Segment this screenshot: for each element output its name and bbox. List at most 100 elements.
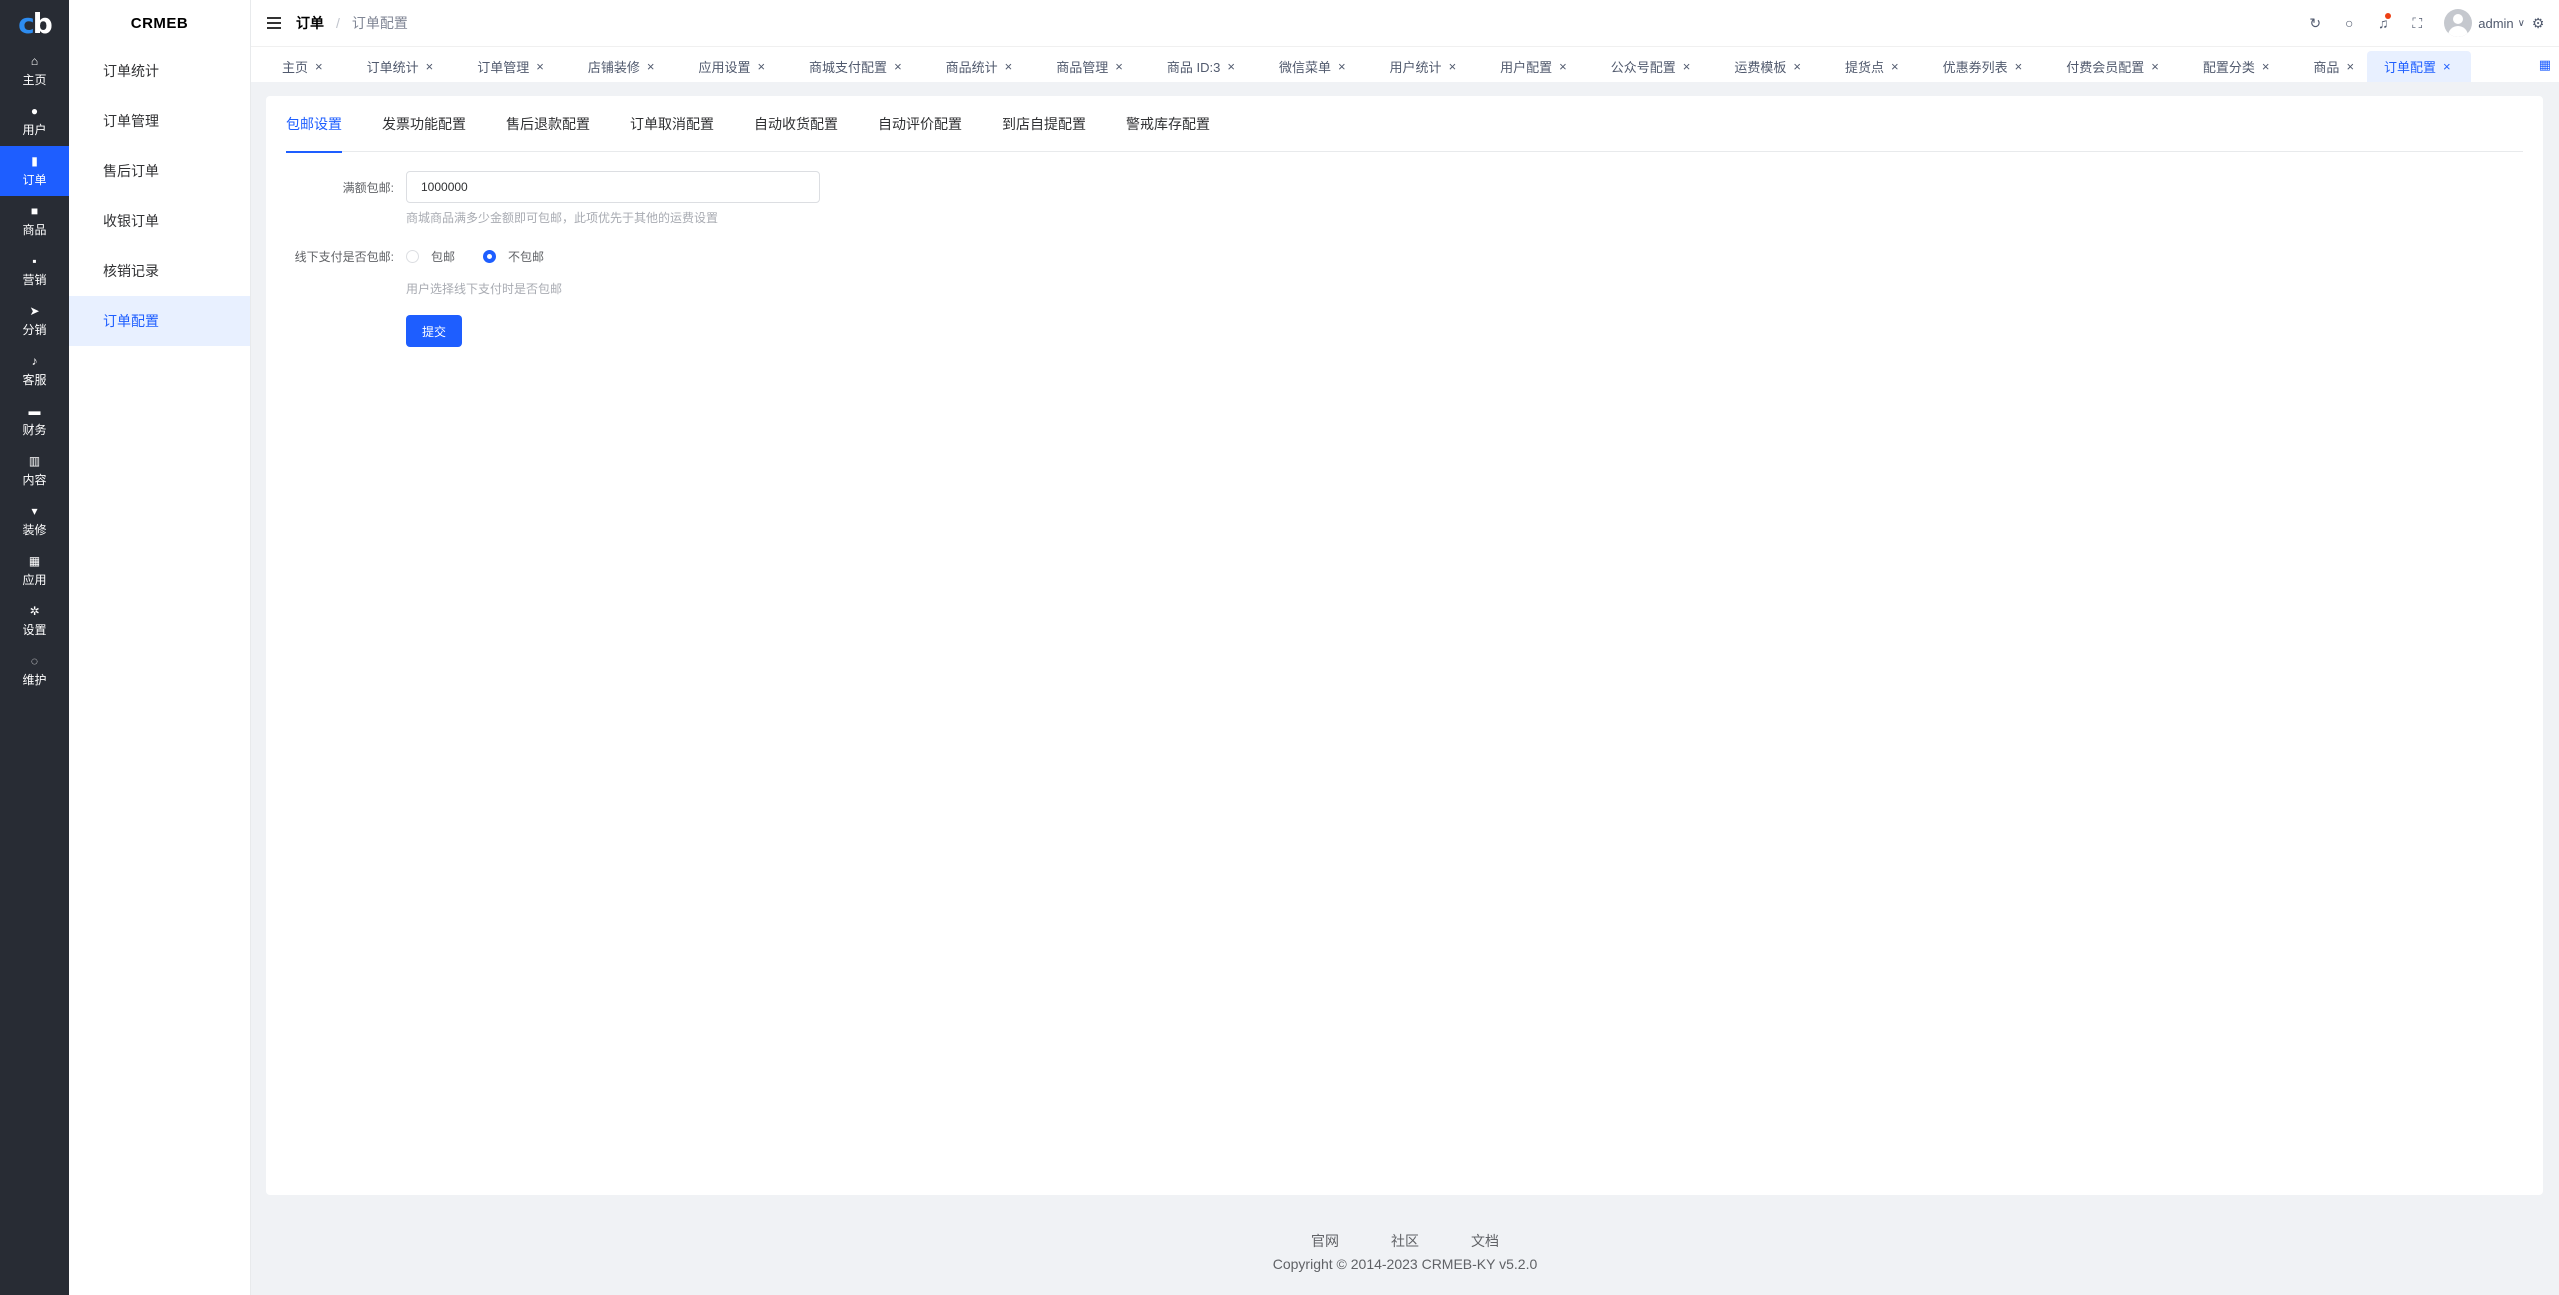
free-shipping-amount-input[interactable]	[406, 171, 820, 203]
page-tab[interactable]: 商城支付配置 ×	[778, 51, 915, 82]
breadcrumb-parent[interactable]: 订单	[296, 13, 324, 33]
nav-item-8[interactable]: ▥ 内容	[0, 446, 69, 496]
page-tab-label: 商品统计	[945, 60, 998, 75]
config-tab[interactable]: 警戒库存配置	[1126, 96, 1210, 152]
page-tab[interactable]: 付费会员配置 ×	[2035, 51, 2172, 82]
close-icon[interactable]: ×	[536, 59, 544, 74]
nav-item-0[interactable]: ⌂ 主页	[0, 46, 69, 96]
radio-circle-icon[interactable]	[406, 250, 419, 263]
nav-item-3[interactable]: ■ 商品	[0, 196, 69, 246]
close-icon[interactable]: ×	[2151, 59, 2159, 74]
sub-nav-item[interactable]: 订单管理	[69, 96, 250, 146]
nav-item-2[interactable]: ▮ 订单	[0, 146, 69, 196]
page-tab[interactable]: 提货点 ×	[1814, 51, 1912, 82]
close-icon[interactable]: ×	[2346, 59, 2354, 74]
config-tab[interactable]: 自动收货配置	[754, 96, 838, 152]
offline-shipping-radio[interactable]: 不包邮	[483, 248, 544, 265]
config-tab[interactable]: 发票功能配置	[382, 96, 466, 152]
sub-nav-item[interactable]: 售后订单	[69, 146, 250, 196]
page-tab[interactable]: 应用设置 ×	[667, 51, 778, 82]
close-icon[interactable]: ×	[2015, 59, 2023, 74]
sub-nav-item[interactable]: 订单统计	[69, 46, 250, 96]
nav-item-1[interactable]: ● 用户	[0, 96, 69, 146]
nav-item-label: 订单	[22, 173, 47, 187]
sub-nav-item[interactable]: 收银订单	[69, 196, 250, 246]
nav-item-12[interactable]: ◌ 维护	[0, 646, 69, 696]
nav-item-4[interactable]: ▪ 营销	[0, 246, 69, 296]
config-tab[interactable]: 到店自提配置	[1002, 96, 1086, 152]
page-tab-label: 应用设置	[698, 60, 751, 75]
close-icon[interactable]: ×	[1005, 59, 1013, 74]
close-icon[interactable]: ×	[1793, 59, 1801, 74]
page-tab[interactable]: 订单配置 ×	[2367, 51, 2471, 82]
content-card: 包邮设置 发票功能配置 售后退款配置 订单取消配置 自动收货配置 自动评价配置 到店自提配置…	[266, 96, 2543, 1195]
page-tab[interactable]: 用户统计 ×	[1359, 51, 1470, 82]
nav-item-label: 用户	[22, 123, 47, 137]
nav-item-6[interactable]: ♪ 客服	[0, 346, 69, 396]
close-icon[interactable]: ×	[315, 59, 323, 74]
close-icon[interactable]: ×	[1115, 59, 1123, 74]
finance-icon: ▬	[28, 404, 41, 418]
settings-gear-icon[interactable]: ⚙	[2525, 15, 2551, 32]
crmeb-logo[interactable]: cb	[0, 0, 69, 46]
close-icon[interactable]: ×	[1891, 59, 1899, 74]
nav-item-11[interactable]: ✲ 设置	[0, 596, 69, 646]
close-icon[interactable]: ×	[426, 59, 434, 74]
sub-nav-item[interactable]: 核销记录	[69, 246, 250, 296]
radio-circle-icon[interactable]	[483, 250, 497, 263]
page-tab[interactable]: 微信菜单 ×	[1248, 51, 1359, 82]
nav-item-10[interactable]: ▦ 应用	[0, 546, 69, 596]
page-tab[interactable]: 订单统计 ×	[336, 51, 447, 82]
refresh-icon[interactable]: ↻	[2298, 15, 2332, 32]
submit-button[interactable]: 提交	[406, 315, 462, 347]
tabs-menu-icon[interactable]: ▦	[2539, 57, 2551, 73]
user-avatar[interactable]	[2444, 9, 2473, 37]
marketing-icon: ▪	[32, 254, 37, 268]
page-tab[interactable]: 主页 ×	[251, 51, 336, 82]
offline-shipping-radio[interactable]: 包邮	[406, 248, 455, 265]
page-tab[interactable]: 商品 ID:3 ×	[1136, 51, 1248, 82]
footer-link[interactable]: 官网	[1311, 1231, 1339, 1251]
footer-link[interactable]: 文档	[1471, 1231, 1499, 1251]
page-tab[interactable]: 优惠券列表 ×	[1912, 51, 2036, 82]
offline-payment-label: 线下支付是否包邮:	[294, 250, 394, 264]
page-tab[interactable]: 店铺装修 ×	[557, 51, 668, 82]
close-icon[interactable]: ×	[2443, 59, 2451, 74]
nav-item-7[interactable]: ▬ 财务	[0, 396, 69, 446]
config-tab[interactable]: 订单取消配置	[630, 96, 714, 152]
close-icon[interactable]: ×	[2262, 59, 2270, 74]
close-icon[interactable]: ×	[1449, 59, 1457, 74]
config-tab[interactable]: 售后退款配置	[506, 96, 590, 152]
nav-item-5[interactable]: ➤ 分销	[0, 296, 69, 346]
notification-bell-icon[interactable]: ♫	[2366, 13, 2400, 31]
close-icon[interactable]: ×	[894, 59, 902, 74]
page-tab[interactable]: 配置分类 ×	[2172, 51, 2283, 82]
config-tab[interactable]: 包邮设置	[286, 96, 342, 153]
config-tab[interactable]: 自动评价配置	[878, 96, 962, 152]
nav-item-9[interactable]: ▾ 装修	[0, 496, 69, 546]
close-icon[interactable]: ×	[647, 59, 655, 74]
home-icon: ⌂	[30, 54, 39, 68]
chevron-down-icon[interactable]: ∨	[2518, 18, 2525, 29]
user-name[interactable]: admin	[2478, 16, 2513, 31]
fullscreen-icon[interactable]: ⛶	[2400, 15, 2434, 32]
close-icon[interactable]: ×	[1338, 59, 1346, 74]
close-icon[interactable]: ×	[1559, 59, 1567, 74]
page-tab[interactable]: 商品 ×	[2282, 51, 2367, 82]
copyright-text: Copyright © 2014-2023 CRMEB-KY v5.2.0	[1272, 1256, 1538, 1272]
close-icon[interactable]: ×	[1683, 59, 1691, 74]
page-tab[interactable]: 商品管理 ×	[1025, 51, 1136, 82]
page-tab[interactable]: 用户配置 ×	[1469, 51, 1580, 82]
apps-icon: ▦	[28, 554, 41, 568]
nav-item-label: 维护	[22, 673, 47, 687]
menu-toggle-icon[interactable]	[267, 17, 281, 29]
close-icon[interactable]: ×	[1227, 59, 1235, 74]
search-icon[interactable]: ○	[2332, 15, 2366, 31]
page-tab[interactable]: 商品统计 ×	[915, 51, 1026, 82]
footer-link[interactable]: 社区	[1391, 1231, 1419, 1251]
page-tab[interactable]: 公众号配置 ×	[1580, 51, 1704, 82]
close-icon[interactable]: ×	[757, 59, 765, 74]
page-tab[interactable]: 订单管理 ×	[446, 51, 557, 82]
sub-nav-item[interactable]: 订单配置	[69, 296, 250, 346]
page-tab[interactable]: 运费模板 ×	[1703, 51, 1814, 82]
